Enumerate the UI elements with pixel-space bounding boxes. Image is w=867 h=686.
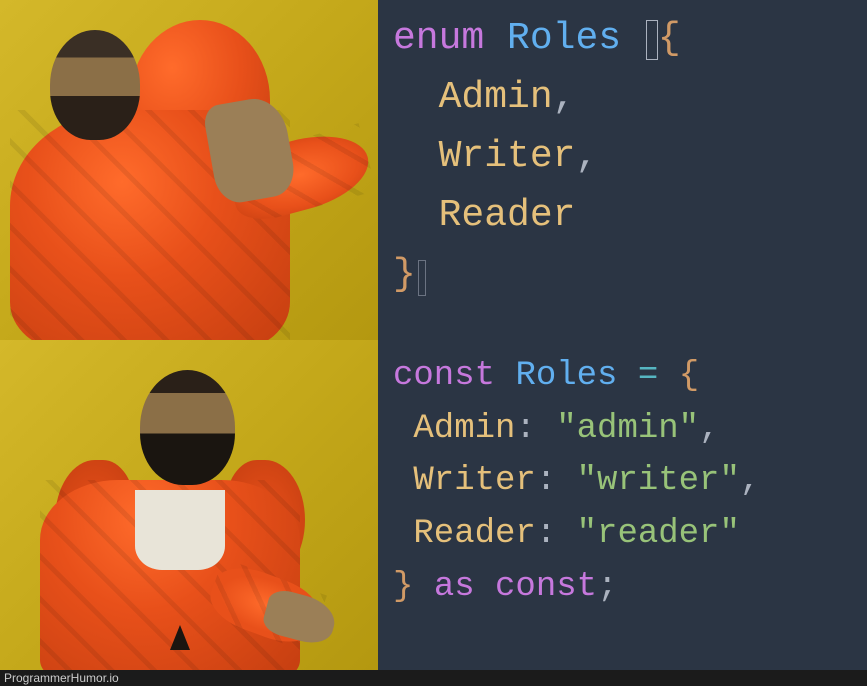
drake-approve-panel [0,340,378,670]
prop-writer: Writer [413,462,535,500]
drake-figure-reject [0,0,378,340]
keyword-as: as [434,568,475,606]
brace-open: { [679,357,699,395]
code-enum: enum Roles { Admin, Writer, Reader } [393,10,681,304]
keyword-const: const [393,357,495,395]
cursor-icon [646,20,658,60]
const-name-roles: Roles [515,357,617,395]
drake-reject-panel [0,0,378,340]
code-panel-const: const Roles = { Admin: "admin", Writer: … [378,340,867,670]
enum-member-admin: Admin [439,76,553,119]
semicolon: ; [597,568,617,606]
keyword-enum: enum [393,17,484,60]
str-reader: "reader" [577,515,740,553]
enum-member-reader: Reader [439,194,576,237]
brace-open: { [658,17,681,60]
cursor-icon [418,260,426,296]
code-const: const Roles = { Admin: "admin", Writer: … [393,350,760,613]
prop-admin: Admin [413,410,515,448]
str-admin: "admin" [556,410,699,448]
class-name-roles: Roles [507,17,621,60]
drake-figure-approve [0,340,378,670]
prop-reader: Reader [413,515,535,553]
watermark: ProgrammerHumor.io [0,670,867,686]
enum-member-writer: Writer [439,135,576,178]
brace-close: } [393,568,413,606]
brace-close: } [393,253,416,296]
keyword-const2: const [495,568,597,606]
str-writer: "writer" [577,462,740,500]
meme-container: enum Roles { Admin, Writer, Reader } con… [0,0,867,670]
code-panel-enum: enum Roles { Admin, Writer, Reader } [378,0,867,340]
equals-operator: = [638,357,658,395]
